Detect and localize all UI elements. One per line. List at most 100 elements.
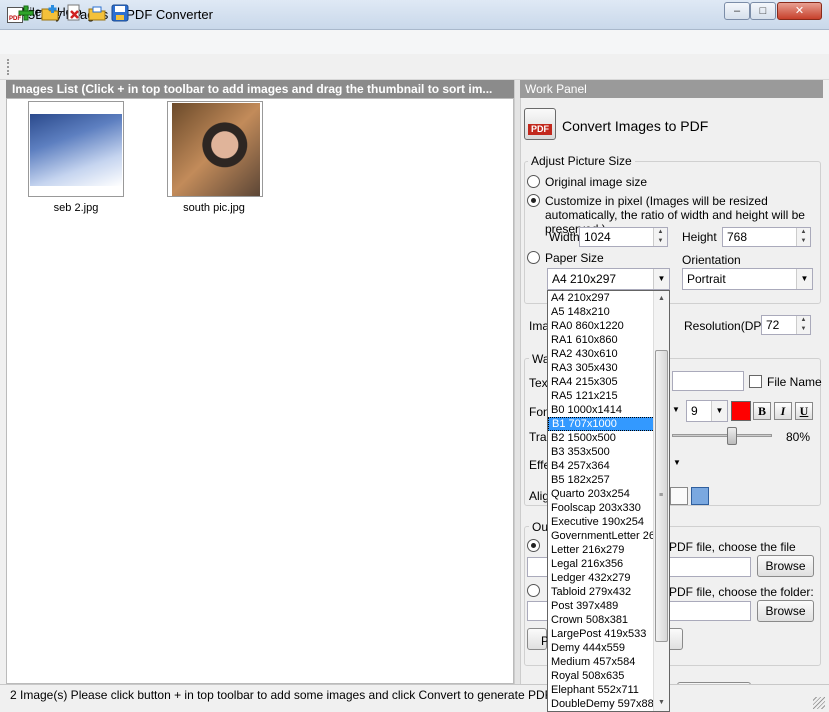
italic-button[interactable]: I bbox=[774, 402, 792, 420]
add-folder-icon[interactable] bbox=[41, 4, 59, 22]
paper-size-option[interactable]: B3 353x500 bbox=[548, 445, 655, 459]
paper-size-option[interactable]: Quarto 203x254 bbox=[548, 487, 655, 501]
browse-folder-button[interactable]: Browse bbox=[757, 600, 814, 622]
resize-grip[interactable] bbox=[813, 697, 825, 709]
paper-size-option[interactable]: Ledger 432x279 bbox=[548, 571, 655, 585]
file-name-checkbox[interactable] bbox=[749, 375, 762, 388]
paper-size-option[interactable]: RA1 610x860 bbox=[548, 333, 655, 347]
adjust-size-title: Adjust Picture Size bbox=[528, 154, 635, 168]
width-spinner[interactable]: ▲ ▼ bbox=[653, 228, 667, 246]
height-input[interactable]: 768 ▲ ▼ bbox=[722, 227, 811, 247]
file-name-label[interactable]: File Name bbox=[767, 375, 822, 389]
paper-size-option[interactable]: Legal 216x356 bbox=[548, 557, 655, 571]
browse-file-button[interactable]: Browse bbox=[757, 555, 814, 577]
customize-pixel-radio[interactable] bbox=[527, 194, 540, 207]
scrollbar-thumb[interactable]: ≡ bbox=[655, 350, 668, 642]
original-size-radio[interactable] bbox=[527, 175, 540, 188]
paper-size-option[interactable]: A4 210x297 bbox=[548, 291, 655, 305]
paper-size-option[interactable]: Tabloid 279x432 bbox=[548, 585, 655, 599]
watermark-text-input[interactable] bbox=[672, 371, 744, 391]
chevron-down-icon[interactable]: ▼ bbox=[796, 269, 812, 289]
watermark-text-label: Tex bbox=[529, 376, 548, 390]
paper-size-option[interactable]: A5 148x210 bbox=[548, 305, 655, 319]
remove-icon[interactable] bbox=[65, 4, 83, 22]
save-icon[interactable] bbox=[111, 4, 129, 22]
image-thumbnail[interactable] bbox=[28, 101, 124, 197]
paper-size-label[interactable]: Paper Size bbox=[545, 251, 604, 265]
paper-size-option[interactable]: Post 397x489 bbox=[548, 599, 655, 613]
images-list-header: Images List (Click + in top toolbar to a… bbox=[6, 80, 514, 98]
paper-size-option[interactable]: LargePost 419x533 bbox=[548, 627, 655, 641]
width-input[interactable]: 1024 ▲ ▼ bbox=[579, 227, 668, 247]
resolution-input[interactable]: 72 ▲ ▼ bbox=[761, 315, 811, 335]
paper-size-option[interactable]: RA5 121x215 bbox=[548, 389, 655, 403]
paper-size-option[interactable]: DoubleDemy 597x889 bbox=[548, 697, 655, 711]
maximize-button[interactable]: □ bbox=[750, 2, 776, 20]
paper-size-value: A4 210x297 bbox=[552, 272, 617, 286]
toolbar-grip[interactable] bbox=[7, 59, 10, 75]
height-spinner[interactable]: ▲ ▼ bbox=[796, 228, 810, 246]
paper-size-option[interactable]: RA0 860x1220 bbox=[548, 319, 655, 333]
transparency-value: 80% bbox=[786, 430, 811, 444]
output-folder-label[interactable]: PDF file, choose the folder: bbox=[669, 585, 814, 599]
scroll-down-icon[interactable]: ▼ bbox=[654, 695, 669, 711]
resolution-label: Resolution(DPI) bbox=[684, 319, 769, 333]
thumbnail-image bbox=[30, 114, 122, 186]
paper-size-option[interactable]: RA3 305x430 bbox=[548, 361, 655, 375]
font-size-select[interactable]: 9 ▼ bbox=[686, 400, 728, 422]
open-folder-icon[interactable] bbox=[88, 4, 106, 22]
align-label: Alig bbox=[529, 489, 550, 503]
paper-size-option[interactable]: B1 707x1000 bbox=[548, 417, 655, 431]
resolution-spinner[interactable]: ▲ ▼ bbox=[796, 316, 810, 334]
paper-size-option[interactable]: Elephant 552x711 bbox=[548, 683, 655, 697]
paper-size-option[interactable]: GovernmentLetter 267x203 bbox=[548, 529, 655, 543]
thumbnail-label: south pic.jpg bbox=[183, 202, 245, 214]
align-button-selected[interactable] bbox=[691, 487, 709, 505]
paper-size-option[interactable]: RA2 430x610 bbox=[548, 347, 655, 361]
chevron-down-icon[interactable]: ▼ bbox=[653, 269, 669, 289]
underline-button[interactable]: U bbox=[795, 402, 813, 420]
paper-size-option[interactable]: Royal 508x635 bbox=[548, 669, 655, 683]
chevron-down-icon[interactable]: ▼ bbox=[673, 458, 681, 467]
scroll-up-icon[interactable]: ▲ bbox=[654, 291, 669, 307]
paper-size-option[interactable]: B4 257x364 bbox=[548, 459, 655, 473]
thumbnail-image bbox=[172, 103, 260, 196]
paper-size-option[interactable]: B2 1500x500 bbox=[548, 431, 655, 445]
paper-size-option[interactable]: Foolscap 203x330 bbox=[548, 501, 655, 515]
paper-size-options: A4 210x297 A5 148x210 RA0 860x1220 RA1 610x… bbox=[548, 291, 655, 711]
paper-size-option[interactable]: B0 1000x1414 bbox=[548, 403, 655, 417]
output-folder-radio[interactable] bbox=[527, 584, 540, 597]
font-color-button[interactable] bbox=[731, 401, 751, 421]
image-thumbnail[interactable] bbox=[167, 101, 263, 197]
convert-title: Convert Images to PDF bbox=[562, 118, 709, 134]
original-size-label[interactable]: Original image size bbox=[545, 175, 647, 189]
width-label: Width bbox=[549, 230, 580, 244]
minimize-button[interactable]: – bbox=[724, 2, 750, 20]
paper-size-radio[interactable] bbox=[527, 251, 540, 264]
output-file-radio[interactable] bbox=[527, 539, 540, 552]
paper-size-option[interactable]: Medium 457x584 bbox=[548, 655, 655, 669]
paper-size-option[interactable]: B5 182x257 bbox=[548, 473, 655, 487]
paper-size-option[interactable]: Crown 508x381 bbox=[548, 613, 655, 627]
bold-button[interactable]: B bbox=[753, 402, 771, 420]
chevron-down-icon[interactable]: ▼ bbox=[711, 401, 727, 421]
height-label: Height bbox=[682, 230, 717, 244]
grip-icon: ≡ bbox=[659, 492, 664, 499]
chevron-down-icon[interactable]: ▼ bbox=[672, 405, 680, 414]
pdf-icon-text: PDF bbox=[528, 124, 552, 135]
paper-size-option[interactable]: Letter 216x279 bbox=[548, 543, 655, 557]
height-value: 768 bbox=[727, 230, 748, 244]
transparency-slider-track[interactable] bbox=[672, 434, 772, 437]
paper-size-select[interactable]: A4 210x297 ▼ bbox=[547, 268, 670, 290]
paper-size-dropdown[interactable]: A4 210x297 A5 148x210 RA0 860x1220 RA1 610x… bbox=[547, 290, 670, 712]
output-option-button[interactable]: P bbox=[527, 628, 549, 650]
dropdown-scrollbar[interactable]: ▲ ≡ ▼ bbox=[653, 291, 669, 711]
add-image-icon[interactable] bbox=[17, 4, 35, 22]
orientation-select[interactable]: Portrait ▼ bbox=[682, 268, 813, 290]
paper-size-option[interactable]: Executive 190x254 bbox=[548, 515, 655, 529]
paper-size-option[interactable]: Demy 444x559 bbox=[548, 641, 655, 655]
close-button[interactable]: ✕ bbox=[777, 2, 822, 20]
paper-size-option[interactable]: RA4 215x305 bbox=[548, 375, 655, 389]
align-button[interactable] bbox=[670, 487, 688, 505]
transparency-slider-handle[interactable] bbox=[727, 427, 737, 445]
